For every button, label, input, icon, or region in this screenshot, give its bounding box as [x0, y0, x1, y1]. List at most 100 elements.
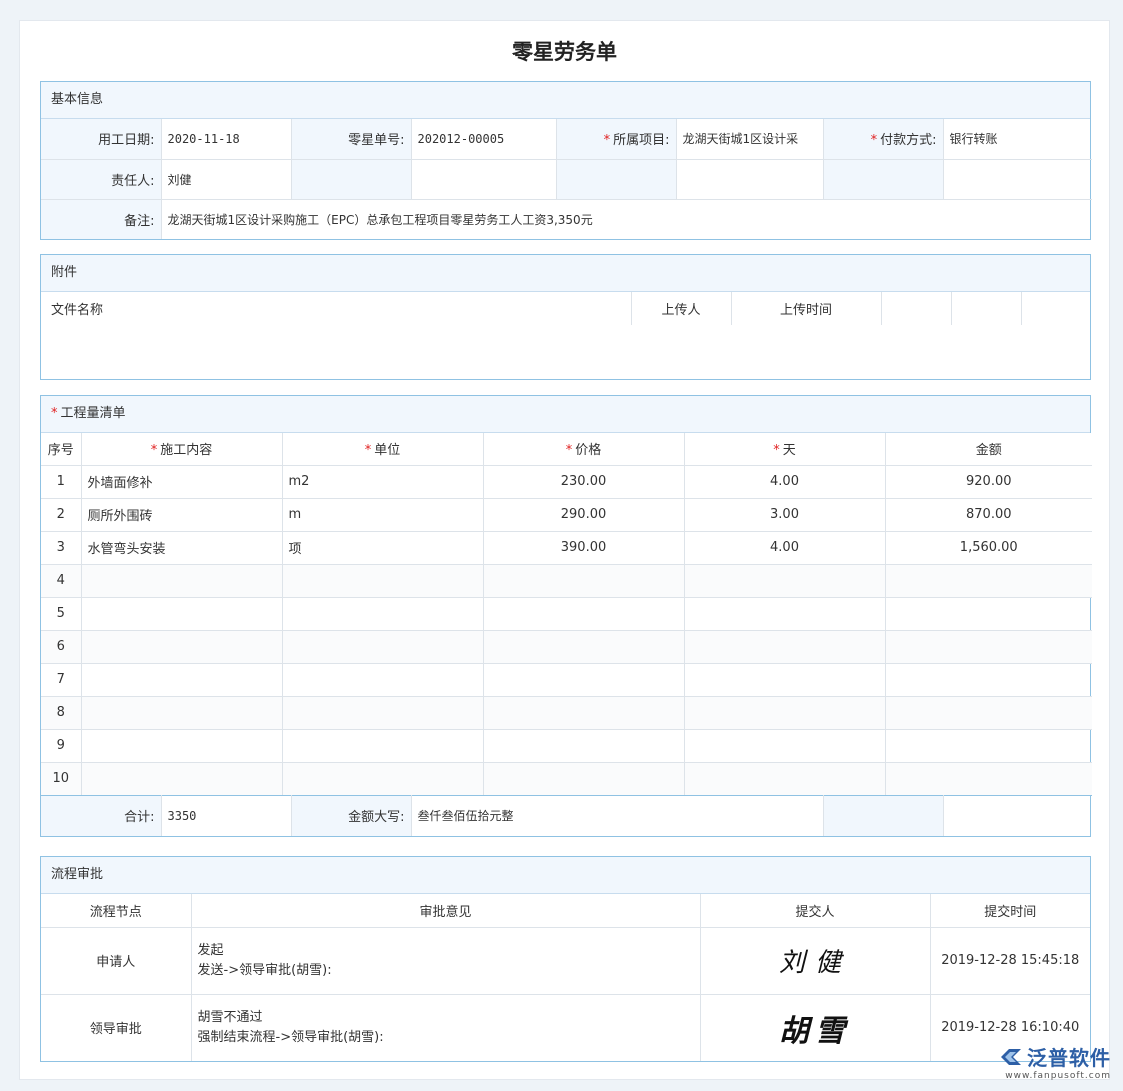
table-row: 2 厕所外围砖 m 290.00 3.00 870.00 — [41, 497, 1092, 532]
owner-label: 责任人: — [41, 158, 162, 200]
flow-node: 申请人 — [41, 926, 192, 995]
row-empty-cell — [482, 728, 685, 763]
row-empty-cell — [80, 563, 283, 598]
items-header: 工程量清单 — [60, 406, 126, 421]
row-empty-cell — [683, 596, 886, 631]
col-no: 序号 — [41, 433, 82, 466]
document-paper: 零星劳务单 基本信息 用工日期: 2020-11-18 零星单号: 202012… — [19, 20, 1110, 1080]
col-empty — [1020, 292, 1092, 325]
row-no: 2 — [41, 497, 82, 532]
row-no: 8 — [41, 695, 82, 730]
flow-time: 2019-12-28 15:45:18 — [929, 926, 1090, 995]
col-content-cell: * 施工内容 — [80, 433, 283, 466]
order-no-label: 零星单号: — [290, 119, 412, 160]
table-row: 8 — [41, 695, 1092, 730]
row-days: 4.00 — [683, 464, 886, 499]
row-unit: m — [281, 497, 484, 532]
col-submitter: 提交人 — [699, 894, 931, 928]
date-label: 用工日期: — [41, 119, 162, 160]
row-empty-cell — [281, 629, 484, 664]
row-empty-cell — [683, 761, 886, 795]
flow-table: 流程节点 审批意见 提交人 提交时间 申请人 发起 发送->领导审批(胡雪): … — [41, 894, 1090, 1061]
col-file-name: 文件名称 — [41, 292, 632, 325]
table-row: 6 — [41, 629, 1092, 664]
row-empty-cell — [281, 596, 484, 631]
col-days: 天 — [782, 443, 796, 459]
row-empty-cell — [683, 563, 886, 598]
empty-value-cell — [942, 795, 1092, 836]
row-empty-cell — [281, 761, 484, 795]
row-empty-cell — [281, 662, 484, 697]
col-amount: 金额 — [884, 433, 1092, 466]
col-content: 施工内容 — [160, 443, 213, 459]
row-empty-cell — [482, 563, 685, 598]
row-empty-cell — [884, 629, 1092, 664]
empty-label-cell — [555, 158, 677, 200]
row-empty-cell — [281, 695, 484, 730]
empty-label-cell — [290, 158, 412, 200]
row-no: 9 — [41, 728, 82, 763]
attachment-table: 文件名称 上传人 上传时间 — [41, 292, 1092, 325]
required-mark: * — [565, 443, 573, 459]
brand-logo: 泛普软件 www.fanpusoft.com — [999, 1042, 1111, 1081]
row-empty-cell — [482, 695, 685, 730]
row-empty-cell — [80, 629, 283, 664]
row-empty-cell — [80, 596, 283, 631]
col-unit: 单位 — [374, 443, 401, 459]
row-content: 水管弯头安装 — [80, 530, 283, 565]
col-upload-time: 上传时间 — [730, 292, 882, 325]
totals-table: 合计: 3350 金额大写: 叁仟叁佰伍拾元整 — [41, 795, 1092, 836]
opinion-line: 发起 — [197, 942, 224, 958]
attachment-section: 附件 文件名称 上传人 上传时间 — [40, 254, 1092, 380]
row-no: 4 — [41, 563, 82, 598]
row-price: 290.00 — [482, 497, 685, 532]
remark-value: 龙湖天街城1区设计采购施工（EPC）总承包工程项目零星劳务工人工资3,350元 — [160, 198, 1092, 239]
row-empty-cell — [683, 662, 886, 697]
required-mark: * — [150, 443, 158, 459]
pay-label-cell: * 付款方式: — [822, 119, 944, 160]
pay-value: 银行转账 — [942, 119, 1092, 160]
row-empty-cell — [884, 728, 1092, 763]
flow-opinion: 胡雪不通过 强制结束流程->领导审批(胡雪): — [190, 993, 701, 1061]
col-days-cell: * 天 — [683, 433, 886, 466]
row-no: 5 — [41, 596, 82, 631]
required-mark: * — [51, 406, 58, 421]
row-no: 6 — [41, 629, 82, 664]
row-amount: 1,560.00 — [884, 530, 1092, 565]
row-empty-cell — [482, 662, 685, 697]
col-node: 流程节点 — [41, 894, 192, 928]
table-row: 7 — [41, 662, 1092, 697]
flow-opinion: 发起 发送->领导审批(胡雪): — [190, 926, 701, 995]
items-table: 序号 * 施工内容 * 单位 * 价格 * 天 金额 1 外墙面修补 m2 230.00… — [41, 433, 1092, 795]
table-row: 领导审批 胡雪不通过 强制结束流程->领导审批(胡雪): 胡雪 2019-12-… — [41, 993, 1090, 1061]
flow-node: 领导审批 — [41, 993, 192, 1061]
row-content: 外墙面修补 — [80, 464, 283, 499]
table-row: 申请人 发起 发送->领导审批(胡雪): 刘健 2019-12-28 15:45… — [41, 926, 1090, 995]
row-empty-cell — [683, 728, 886, 763]
empty-value-cell — [410, 158, 557, 200]
attachment-header: 附件 — [41, 255, 1090, 292]
row-price: 390.00 — [482, 530, 685, 565]
row-empty-cell — [80, 695, 283, 730]
project-value: 龙湖天街城1区设计采 — [675, 119, 824, 160]
row-unit: 项 — [281, 530, 484, 565]
table-row: 5 — [41, 596, 1092, 631]
remark-label: 备注: — [41, 198, 162, 239]
col-uploader: 上传人 — [630, 292, 732, 325]
project-label-cell: * 所属项目: — [555, 119, 677, 160]
owner-value: 刘健 — [160, 158, 292, 200]
row-empty-cell — [281, 728, 484, 763]
required-mark: * — [773, 443, 780, 459]
col-empty — [950, 292, 1022, 325]
row-amount: 920.00 — [884, 464, 1092, 499]
col-unit-cell: * 单位 — [281, 433, 484, 466]
row-empty-cell — [482, 629, 685, 664]
table-row: 3 水管弯头安装 项 390.00 4.00 1,560.00 — [41, 530, 1092, 565]
row-empty-cell — [80, 728, 283, 763]
row-empty-cell — [482, 596, 685, 631]
row-days: 3.00 — [683, 497, 886, 532]
basic-info-section: 基本信息 用工日期: 2020-11-18 零星单号: 202012-00005… — [40, 81, 1092, 240]
col-empty — [880, 292, 952, 325]
flow-section: 流程审批 流程节点 审批意见 提交人 提交时间 申请人 发起 发送->领导审批(… — [40, 856, 1091, 1062]
row-empty-cell — [80, 662, 283, 697]
